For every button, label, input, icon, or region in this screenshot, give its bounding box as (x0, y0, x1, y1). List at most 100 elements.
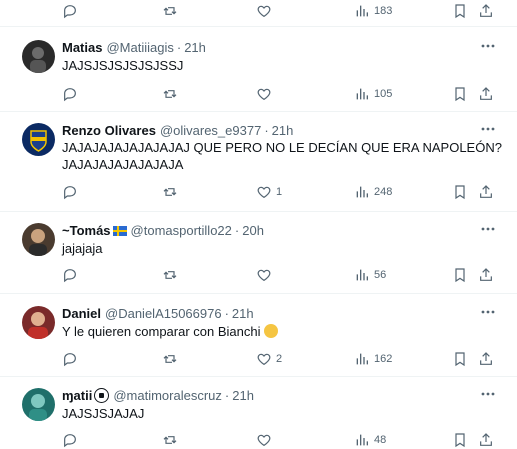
more-icon[interactable] (481, 124, 495, 134)
reply-button[interactable] (62, 2, 78, 20)
reply-button[interactable] (62, 431, 78, 449)
tweet-text: JAJSJSJSJSJSJSSJ (62, 58, 184, 73)
bookmark-button[interactable] (452, 431, 468, 449)
sweden-flag-icon (112, 225, 127, 236)
bookmark-button[interactable] (452, 183, 468, 201)
like-button[interactable] (256, 431, 272, 449)
separator (0, 111, 517, 112)
bookmark-button[interactable] (452, 2, 468, 20)
retweet-button[interactable] (162, 266, 178, 284)
soccer-ball-icon (94, 388, 110, 403)
views-icon (356, 5, 368, 17)
rofl-emoji-icon (263, 324, 278, 338)
views-icon (356, 88, 368, 100)
views-count: 162 (374, 353, 393, 365)
separator (0, 293, 517, 294)
reply-button[interactable] (62, 183, 78, 201)
bookmark-icon (455, 352, 465, 367)
dot-separator: · (224, 306, 229, 321)
bookmark-button[interactable] (452, 266, 468, 284)
timestamp[interactable]: 21h (184, 39, 206, 56)
like-icon (257, 353, 271, 366)
share-icon (480, 185, 492, 198)
tweet-header: Daniel @DanielA15066976 · 21h (62, 305, 254, 322)
more-icon[interactable] (481, 389, 495, 399)
more-icon[interactable] (481, 41, 495, 51)
avatar[interactable] (22, 388, 55, 421)
timestamp[interactable]: 21h (232, 387, 254, 404)
share-button[interactable] (478, 350, 494, 368)
retweet-button[interactable] (162, 183, 178, 201)
share-button[interactable] (478, 431, 494, 449)
user-name[interactable]: Matias (62, 39, 102, 56)
share-icon (480, 87, 492, 100)
timestamp[interactable]: 21h (272, 122, 294, 139)
timestamp[interactable]: 20h (242, 222, 264, 239)
share-button[interactable] (478, 85, 494, 103)
bookmark-button[interactable] (452, 350, 468, 368)
user-handle[interactable]: @DanielA15066976 (105, 305, 222, 322)
tweet-header: Renzo Olivares @olivares_e9377 · 21h (62, 122, 293, 139)
separator (0, 376, 517, 377)
user-handle[interactable]: @olivares_e9377 (160, 122, 261, 139)
user-handle[interactable]: @tomasportillo22 (131, 222, 232, 239)
bookmark-button[interactable] (452, 85, 468, 103)
retweet-icon (163, 7, 177, 15)
share-button[interactable] (478, 2, 494, 20)
retweet-icon (163, 90, 177, 98)
retweet-button[interactable] (162, 431, 178, 449)
user-name[interactable]: Renzo Olivares (62, 122, 156, 139)
bookmark-icon (455, 185, 465, 200)
user-name[interactable]: Daniel (62, 305, 101, 322)
views-button[interactable]: 48 (354, 431, 386, 449)
user-handle[interactable]: @matimoralescruz (113, 387, 222, 404)
views-count: 183 (374, 5, 393, 17)
like-button[interactable] (256, 85, 272, 103)
action-bar: 48 (62, 431, 502, 449)
retweet-button[interactable] (162, 2, 178, 20)
user-name[interactable]: ~Tomás (62, 222, 111, 239)
reply-icon (64, 353, 76, 367)
views-count: 105 (374, 88, 393, 100)
bookmark-icon (455, 4, 465, 19)
action-bar: 183 (62, 2, 502, 20)
user-name[interactable]: ɱatii (62, 387, 92, 404)
tweet-text: Y le quieren comparar con Bianchi (62, 324, 261, 339)
share-icon (480, 4, 492, 17)
avatar[interactable] (22, 223, 55, 256)
views-icon (356, 434, 368, 446)
like-button[interactable] (256, 2, 272, 20)
views-button[interactable]: 105 (354, 85, 392, 103)
reply-button[interactable] (62, 266, 78, 284)
retweet-button[interactable] (162, 350, 178, 368)
reply-icon (64, 434, 76, 448)
views-icon (356, 186, 368, 198)
retweet-button[interactable] (162, 85, 178, 103)
avatar[interactable] (22, 123, 55, 156)
timestamp[interactable]: 21h (232, 305, 254, 322)
user-handle[interactable]: @Matiiiagis (106, 39, 173, 56)
like-button[interactable] (256, 266, 272, 284)
like-button[interactable]: 2 (256, 350, 282, 368)
reply-button[interactable] (62, 350, 78, 368)
avatar[interactable] (22, 306, 55, 339)
views-icon (356, 353, 368, 365)
retweet-icon (163, 271, 177, 279)
like-icon (257, 5, 271, 18)
likes-count: 1 (276, 186, 283, 198)
like-button[interactable]: 1 (256, 183, 282, 201)
share-icon (480, 352, 492, 365)
views-button[interactable]: 56 (354, 266, 386, 284)
views-button[interactable]: 248 (354, 183, 392, 201)
dot-separator: · (234, 223, 240, 238)
avatar[interactable] (22, 40, 55, 73)
bookmark-icon (455, 433, 465, 448)
more-icon[interactable] (481, 307, 495, 317)
more-icon[interactable] (481, 224, 495, 234)
views-button[interactable]: 162 (354, 350, 392, 368)
reply-button[interactable] (62, 85, 78, 103)
share-button[interactable] (478, 183, 494, 201)
share-button[interactable] (478, 266, 494, 284)
views-button[interactable]: 183 (354, 2, 392, 20)
tweet-header: ~Tomás @tomasportillo22 · 20h (62, 222, 264, 239)
